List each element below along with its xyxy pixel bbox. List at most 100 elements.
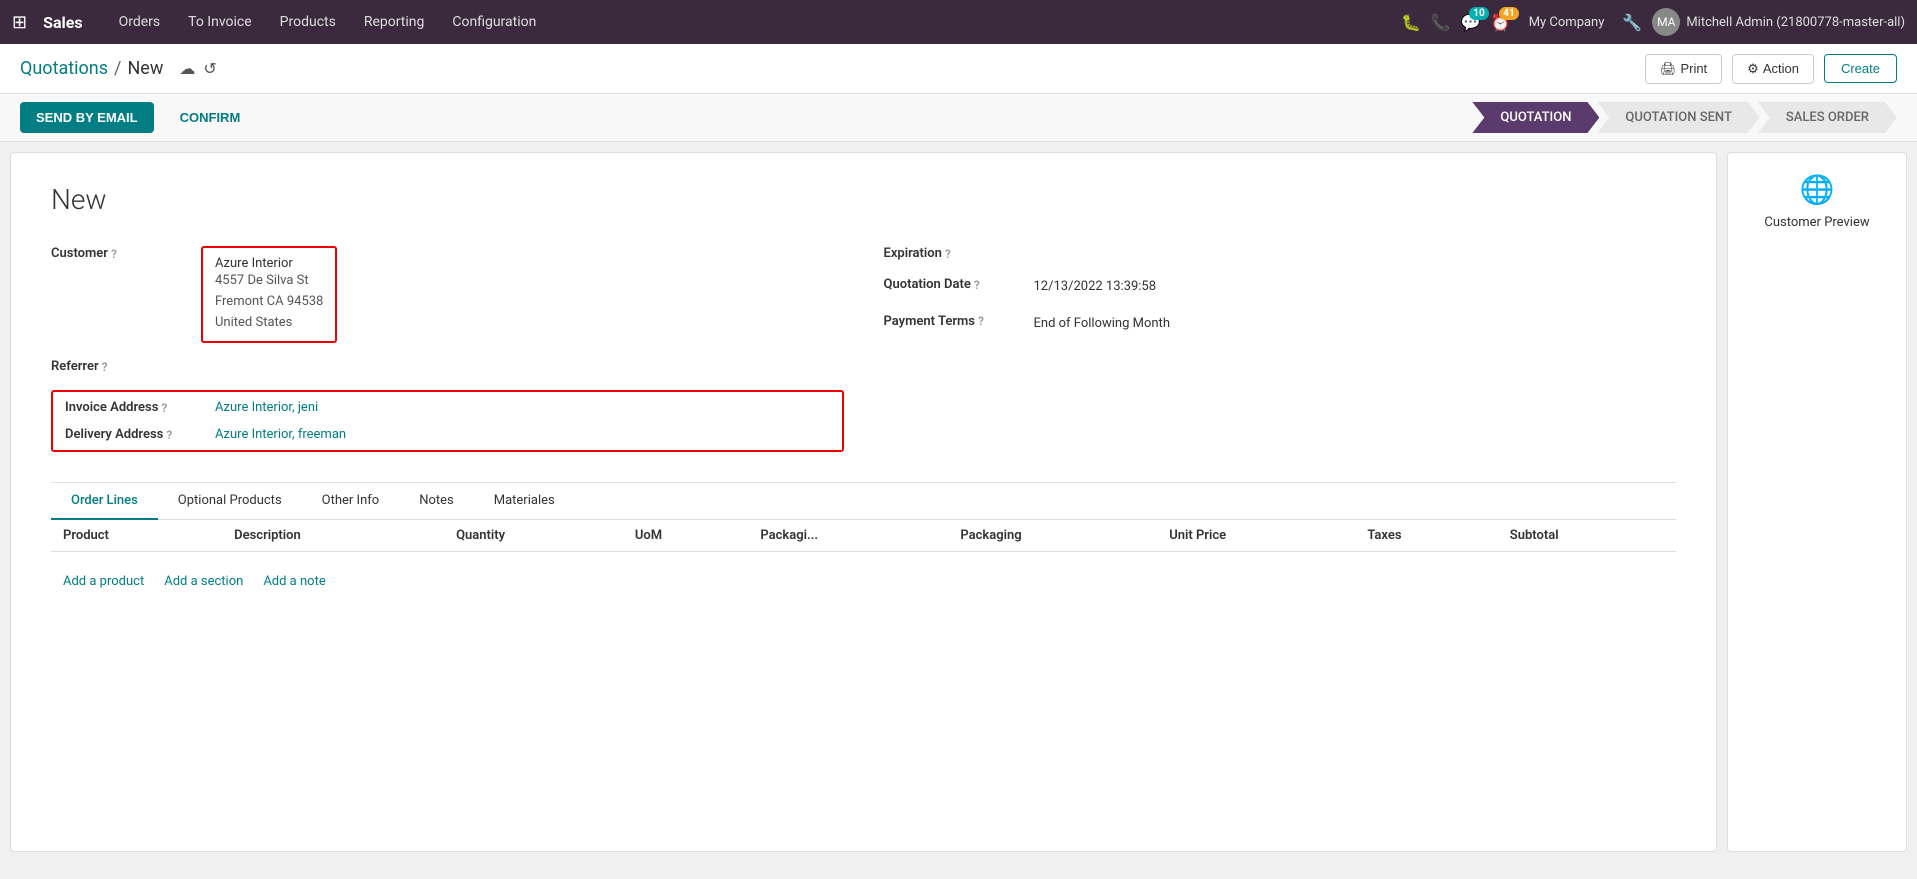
- nav-configuration[interactable]: Configuration: [440, 10, 548, 34]
- gear-icon: ⚙: [1747, 61, 1759, 77]
- print-button[interactable]: 🖨 Print: [1645, 54, 1722, 84]
- col-subtotal: Subtotal: [1498, 520, 1676, 552]
- tab-materiales[interactable]: Materiales: [474, 483, 575, 520]
- order-lines-table: Product Description Quantity UoM Packagi…: [51, 520, 1676, 564]
- status-pipeline: QUOTATION QUOTATION SENT SALES ORDER: [1472, 102, 1897, 133]
- discard-icon[interactable]: ↺: [203, 59, 216, 78]
- breadcrumb-current: New: [127, 58, 163, 79]
- printer-icon: 🖨: [1660, 61, 1677, 77]
- chat-badge: 10: [1469, 7, 1488, 20]
- invoice-address-row: Invoice Address ? Azure Interior, jeni: [65, 400, 830, 415]
- nav-to-invoice[interactable]: To Invoice: [176, 10, 264, 34]
- form-area: New Customer ? Azure Interior 4557 De Si…: [10, 152, 1717, 852]
- customer-label: Customer ?: [51, 246, 191, 261]
- delivery-address-label: Delivery Address ?: [65, 427, 205, 442]
- add-section-link[interactable]: Add a section: [164, 574, 243, 589]
- referrer-label: Referrer ?: [51, 359, 191, 374]
- user-name: Mitchell Admin (21800778-master-all): [1686, 15, 1905, 30]
- customer-name: Azure Interior: [215, 256, 323, 271]
- bug-icon[interactable]: 🐛: [1401, 13, 1421, 32]
- customer-help-icon[interactable]: ?: [111, 247, 117, 261]
- status-sales-order[interactable]: SALES ORDER: [1758, 102, 1897, 133]
- save-icon[interactable]: ☁: [179, 59, 195, 78]
- customer-address-line3: United States: [215, 313, 323, 334]
- top-navigation: ⊞ Sales Orders To Invoice Products Repor…: [0, 0, 1917, 44]
- quotation-date-row: Quotation Date ? 12/13/2022 13:39:58: [884, 277, 1677, 298]
- col-unit-price: Unit Price: [1157, 520, 1355, 552]
- breadcrumb: Quotations / New ☁ ↺: [20, 58, 1645, 79]
- customer-field-row: Customer ? Azure Interior 4557 De Silva …: [51, 246, 844, 343]
- quotation-date-label: Quotation Date ?: [884, 277, 1024, 292]
- referrer-field-row: Referrer ?: [51, 359, 844, 374]
- action-bar: SEND BY EMAIL CONFIRM QUOTATION QUOTATIO…: [0, 94, 1917, 142]
- app-brand[interactable]: Sales: [43, 13, 83, 32]
- expiration-label: Expiration ?: [884, 246, 1024, 261]
- tabs-area: Order Lines Optional Products Other Info…: [51, 482, 1676, 599]
- tabs-nav: Order Lines Optional Products Other Info…: [51, 483, 1676, 520]
- send-email-button[interactable]: SEND BY EMAIL: [20, 102, 154, 133]
- sidebar-panel: 🌐 Customer Preview: [1727, 152, 1907, 852]
- col-uom: UoM: [623, 520, 749, 552]
- nav-reporting[interactable]: Reporting: [352, 10, 437, 34]
- grid-menu-icon[interactable]: ⊞: [12, 12, 27, 33]
- payment-terms-label: Payment Terms ?: [884, 314, 1024, 329]
- tab-notes[interactable]: Notes: [399, 483, 474, 520]
- chat-icon[interactable]: 💬 10: [1461, 13, 1481, 32]
- col-packaging-dots: Packagi...: [748, 520, 948, 552]
- tab-other-info[interactable]: Other Info: [302, 483, 400, 520]
- phone-icon[interactable]: 📞: [1431, 13, 1451, 32]
- delivery-address-row: Delivery Address ? Azure Interior, freem…: [65, 427, 830, 442]
- customer-address-line2: Fremont CA 94538: [215, 292, 323, 313]
- status-quotation-sent[interactable]: QUOTATION SENT: [1597, 102, 1759, 133]
- main-content: New Customer ? Azure Interior 4557 De Si…: [0, 142, 1917, 862]
- breadcrumb-quotations[interactable]: Quotations: [20, 58, 108, 79]
- tools-icon[interactable]: 🔧: [1622, 13, 1642, 32]
- add-product-link[interactable]: Add a product: [63, 574, 144, 589]
- company-name: My Company: [1529, 15, 1605, 30]
- status-quotation[interactable]: QUOTATION: [1472, 102, 1599, 133]
- form-right: Expiration ? Quotation Date ? 12/13/2022…: [884, 246, 1677, 452]
- globe-icon[interactable]: 🌐: [1800, 173, 1835, 206]
- invoice-address-help-icon[interactable]: ?: [161, 401, 167, 415]
- col-description: Description: [222, 520, 444, 552]
- referrer-help-icon[interactable]: ?: [102, 360, 108, 374]
- expiration-field-row: Expiration ?: [884, 246, 1677, 261]
- nav-orders[interactable]: Orders: [107, 10, 173, 34]
- col-quantity: Quantity: [444, 520, 623, 552]
- add-links: Add a product Add a section Add a note: [51, 564, 1676, 599]
- customer-value-box[interactable]: Azure Interior 4557 De Silva St Fremont …: [201, 246, 337, 343]
- create-button[interactable]: Create: [1824, 54, 1897, 83]
- expiration-help-icon[interactable]: ?: [945, 247, 951, 261]
- avatar: MA: [1652, 8, 1680, 36]
- quotation-date-value[interactable]: 12/13/2022 13:39:58: [1034, 277, 1157, 298]
- user-menu[interactable]: MA Mitchell Admin (21800778-master-all): [1652, 8, 1905, 36]
- sidebar-customer-preview-label[interactable]: Customer Preview: [1764, 214, 1869, 232]
- tab-order-lines[interactable]: Order Lines: [51, 483, 158, 520]
- quotation-date-help-icon[interactable]: ?: [974, 278, 980, 292]
- delivery-address-help-icon[interactable]: ?: [166, 428, 172, 442]
- nav-products[interactable]: Products: [268, 10, 348, 34]
- payment-terms-row: Payment Terms ? End of Following Month: [884, 314, 1677, 335]
- action-button[interactable]: ⚙ Action: [1732, 54, 1814, 84]
- confirm-button[interactable]: CONFIRM: [164, 102, 257, 133]
- payment-terms-value[interactable]: End of Following Month: [1034, 314, 1170, 335]
- clock-icon[interactable]: ⏰ 41: [1491, 13, 1511, 32]
- tab-optional-products[interactable]: Optional Products: [158, 483, 302, 520]
- empty-table-row: [51, 552, 1676, 565]
- form-left: Customer ? Azure Interior 4557 De Silva …: [51, 246, 844, 452]
- payment-terms-help-icon[interactable]: ?: [978, 314, 984, 328]
- clock-badge: 41: [1499, 7, 1518, 20]
- col-product: Product: [51, 520, 222, 552]
- breadcrumb-separator: /: [114, 58, 121, 79]
- invoice-address-label: Invoice Address ?: [65, 400, 205, 415]
- delivery-address-value[interactable]: Azure Interior, freeman: [215, 427, 346, 442]
- address-fields-box: Invoice Address ? Azure Interior, jeni D…: [51, 390, 844, 452]
- header-actions: 🖨 Print ⚙ Action Create: [1645, 54, 1897, 84]
- col-packaging: Packaging: [948, 520, 1157, 552]
- form-title: New: [51, 183, 1676, 216]
- invoice-address-value[interactable]: Azure Interior, jeni: [215, 400, 318, 415]
- customer-address-line1: 4557 De Silva St: [215, 271, 323, 292]
- breadcrumb-bar: Quotations / New ☁ ↺ 🖨 Print ⚙ Action Cr…: [0, 44, 1917, 94]
- col-taxes: Taxes: [1355, 520, 1497, 552]
- add-note-link[interactable]: Add a note: [263, 574, 325, 589]
